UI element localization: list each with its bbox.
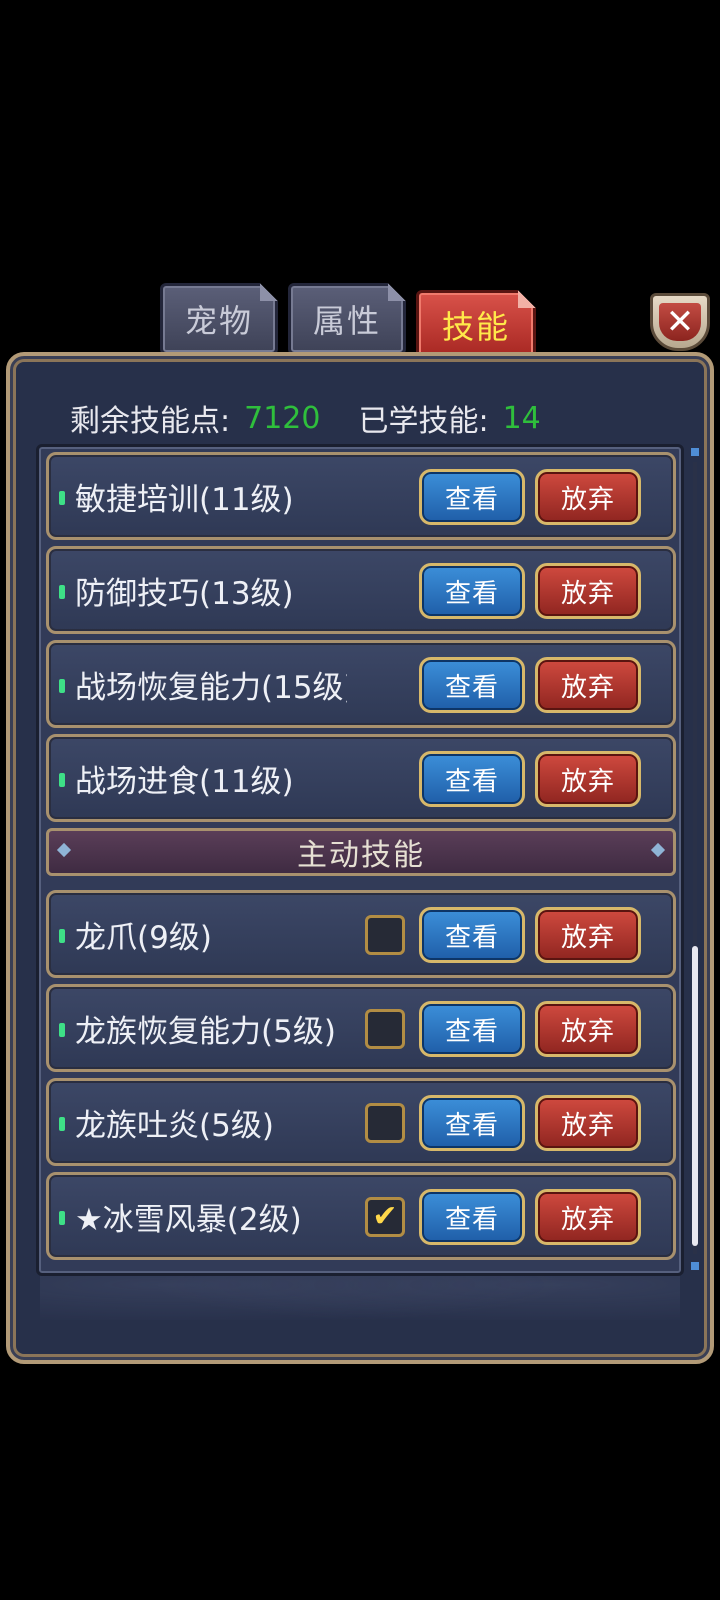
tab-skills-label: 技能 bbox=[441, 308, 510, 346]
abandon-button[interactable]: 放弃 bbox=[535, 1189, 641, 1245]
view-button[interactable]: 查看 bbox=[419, 751, 525, 807]
view-button[interactable]: 查看 bbox=[419, 907, 525, 963]
view-button[interactable]: 查看 bbox=[419, 657, 525, 713]
tab-pet-label: 宠物 bbox=[184, 302, 253, 340]
scroll-down-icon bbox=[691, 1262, 699, 1270]
skill-name: 防御技巧(13级) bbox=[75, 575, 294, 612]
abandon-button[interactable]: 放弃 bbox=[535, 657, 641, 713]
skill-pip-icon bbox=[59, 1211, 65, 1225]
section-title: 主动技能 bbox=[297, 838, 425, 873]
abandon-button[interactable]: 放弃 bbox=[535, 563, 641, 619]
checkmark-icon: ✔ bbox=[372, 1199, 398, 1234]
skill-row: 防御技巧(13级) 查看 放弃 bbox=[46, 546, 676, 634]
learned-skills-value: 14 bbox=[502, 400, 541, 436]
skill-name: 战场恢复能力(15级) bbox=[75, 669, 347, 706]
skill-row: 战场恢复能力(15级) 查看 放弃 bbox=[46, 640, 676, 728]
skill-name: 敏捷培训(11级) bbox=[75, 481, 294, 518]
tab-fold-decor bbox=[260, 283, 278, 301]
skill-name: 战场进食(11级) bbox=[75, 763, 294, 800]
auto-cast-checkbox[interactable]: ✔ bbox=[365, 1197, 405, 1237]
skill-row: 龙族吐炎(5级) 查看 放弃 bbox=[46, 1078, 676, 1166]
diamond-icon bbox=[56, 842, 72, 858]
view-button[interactable]: 查看 bbox=[419, 563, 525, 619]
skill-pip-icon bbox=[59, 679, 65, 693]
skill-name: 龙族吐炎(5级) bbox=[75, 1107, 274, 1144]
auto-cast-checkbox[interactable] bbox=[365, 1103, 405, 1143]
view-button[interactable]: 查看 bbox=[419, 1189, 525, 1245]
close-button[interactable]: ✕ bbox=[650, 293, 710, 351]
skill-list-scrollbar[interactable] bbox=[690, 448, 700, 1270]
close-icon: ✕ bbox=[659, 303, 701, 341]
skill-stats: 剩余技能点: 7120 已学技能: 14 bbox=[70, 398, 541, 440]
tab-skills[interactable]: 技能 bbox=[416, 290, 536, 360]
skill-row: 龙族恢复能力(5级) 查看 放弃 bbox=[46, 984, 676, 1072]
learned-skills-label: 已学技能: bbox=[358, 404, 489, 439]
diamond-icon bbox=[650, 842, 666, 858]
remaining-points-label: 剩余技能点: bbox=[70, 404, 231, 439]
auto-cast-checkbox[interactable] bbox=[365, 915, 405, 955]
view-button[interactable]: 查看 bbox=[419, 1095, 525, 1151]
view-button[interactable]: 查看 bbox=[419, 1001, 525, 1057]
abandon-button[interactable]: 放弃 bbox=[535, 469, 641, 525]
skill-pip-icon bbox=[59, 1117, 65, 1131]
skill-pip-icon bbox=[59, 773, 65, 787]
skill-name: ★冰雪风暴(2级) bbox=[75, 1201, 302, 1238]
abandon-button[interactable]: 放弃 bbox=[535, 1001, 641, 1057]
skill-pip-icon bbox=[59, 1023, 65, 1037]
tab-attributes-label: 属性 bbox=[312, 302, 381, 340]
skill-name: 龙族恢复能力(5级) bbox=[75, 1013, 336, 1050]
active-skills-header: 主动技能 bbox=[46, 828, 676, 876]
remaining-points-value: 7120 bbox=[244, 400, 321, 436]
tab-fold-decor bbox=[518, 290, 536, 308]
tab-pet[interactable]: 宠物 bbox=[160, 283, 278, 355]
skill-row: 龙爪(9级) 查看 放弃 bbox=[46, 890, 676, 978]
skill-pip-icon bbox=[59, 929, 65, 943]
view-button[interactable]: 查看 bbox=[419, 469, 525, 525]
scroll-thumb[interactable] bbox=[692, 946, 698, 1246]
auto-cast-checkbox[interactable] bbox=[365, 1009, 405, 1049]
skill-pip-icon bbox=[59, 491, 65, 505]
skill-row: 战场进食(11级) 查看 放弃 bbox=[46, 734, 676, 822]
tab-attributes[interactable]: 属性 bbox=[288, 283, 406, 355]
abandon-button[interactable]: 放弃 bbox=[535, 907, 641, 963]
skill-row: 敏捷培训(11级) 查看 放弃 bbox=[46, 452, 676, 540]
abandon-button[interactable]: 放弃 bbox=[535, 751, 641, 807]
skill-pip-icon bbox=[59, 585, 65, 599]
scroll-up-icon bbox=[691, 448, 699, 456]
abandon-button[interactable]: 放弃 bbox=[535, 1095, 641, 1151]
tab-fold-decor bbox=[388, 283, 406, 301]
skill-row: ★冰雪风暴(2级) ✔ 查看 放弃 bbox=[46, 1172, 676, 1260]
skill-name: 龙爪(9级) bbox=[75, 919, 212, 956]
